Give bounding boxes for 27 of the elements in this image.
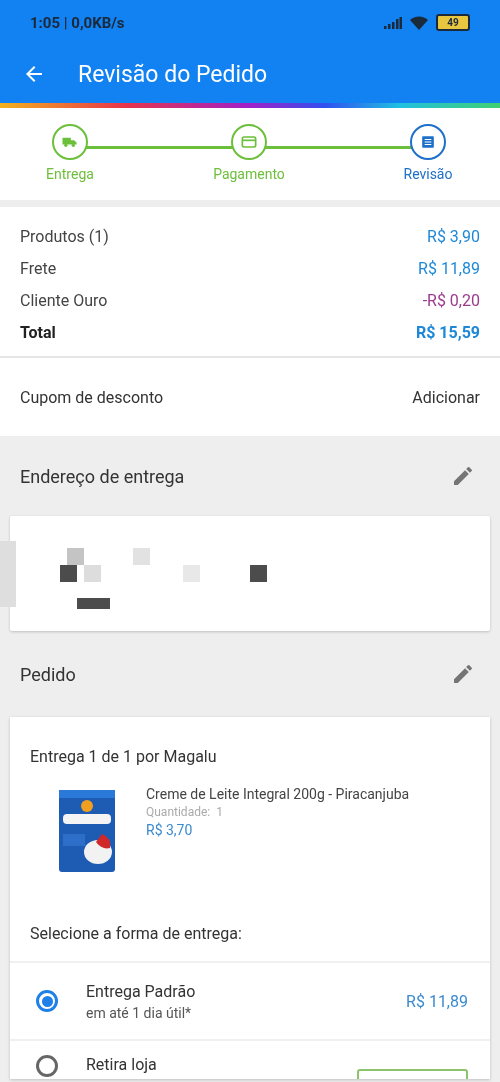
- summary-label: Produtos (1): [20, 226, 109, 248]
- summary-value: R$ 15,59: [415, 322, 480, 344]
- add-coupon-link[interactable]: Adicionar: [412, 387, 480, 407]
- summary-value: R$ 11,89: [418, 258, 480, 280]
- section-title: Endereço de entrega: [20, 465, 185, 487]
- battery-icon: 49: [436, 14, 470, 31]
- option-name: Entrega Padrão: [86, 981, 197, 1001]
- product-name: Creme de Leite Integral 200g - Piracanjuba: [146, 786, 410, 802]
- step-label: Pagamento: [213, 166, 285, 182]
- summary-label: Cliente Ouro: [20, 290, 108, 312]
- section-title: Pedido: [20, 663, 76, 685]
- summary-value: R$ 3,90: [427, 226, 480, 248]
- step-label: Revisão: [403, 166, 453, 182]
- shipment-title: Entrega 1 de 1 por Magalu: [29, 746, 218, 766]
- product-quantity: Quantidade: 1: [146, 805, 224, 819]
- option-name: Retira loja: [86, 1055, 158, 1074]
- option-detail: em até 1 dia útil*: [86, 1004, 193, 1021]
- product-price: R$ 3,70: [146, 822, 194, 838]
- option-price: R$ 11,89: [406, 991, 468, 1011]
- delivery-prompt: Selecione a forma de entrega:: [29, 923, 243, 945]
- summary-label: Frete: [20, 258, 57, 280]
- summary-value: -R$ 0,20: [422, 290, 480, 312]
- summary-label: Total: [20, 322, 56, 344]
- status-time: 1:05 | 0,0KB/s: [30, 13, 125, 32]
- coupon-label: Cupom de desconto: [20, 387, 164, 407]
- step-label: Entrega: [46, 166, 94, 182]
- page-title: Revisão do Pedido: [78, 60, 268, 88]
